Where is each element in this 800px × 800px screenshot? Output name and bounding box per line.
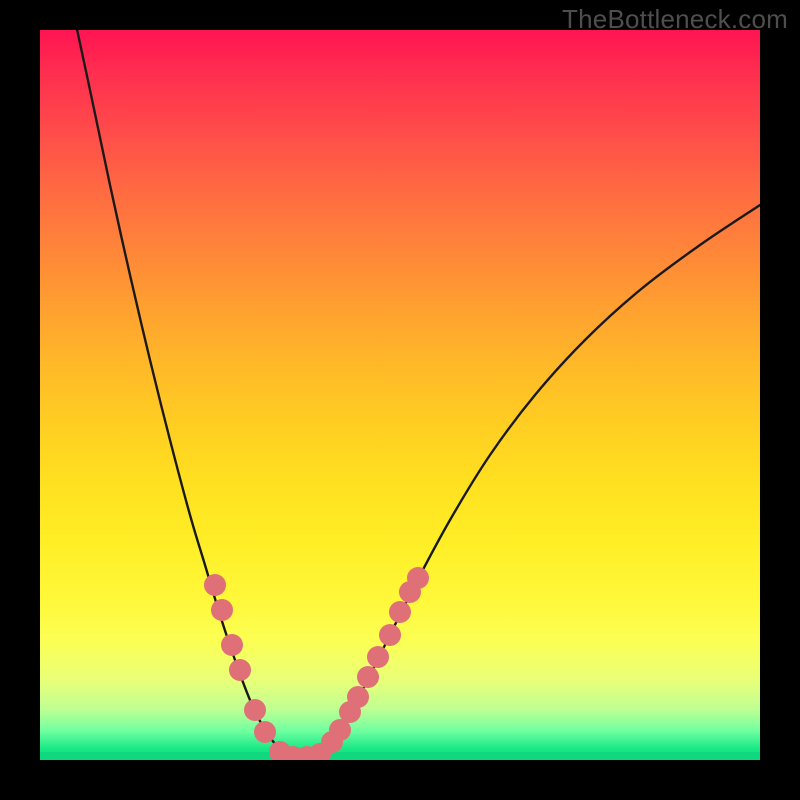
green-baseline [40,752,760,760]
chart-frame: TheBottleneck.com [0,0,800,800]
watermark: TheBottleneck.com [562,4,788,35]
plot-area [40,30,760,760]
